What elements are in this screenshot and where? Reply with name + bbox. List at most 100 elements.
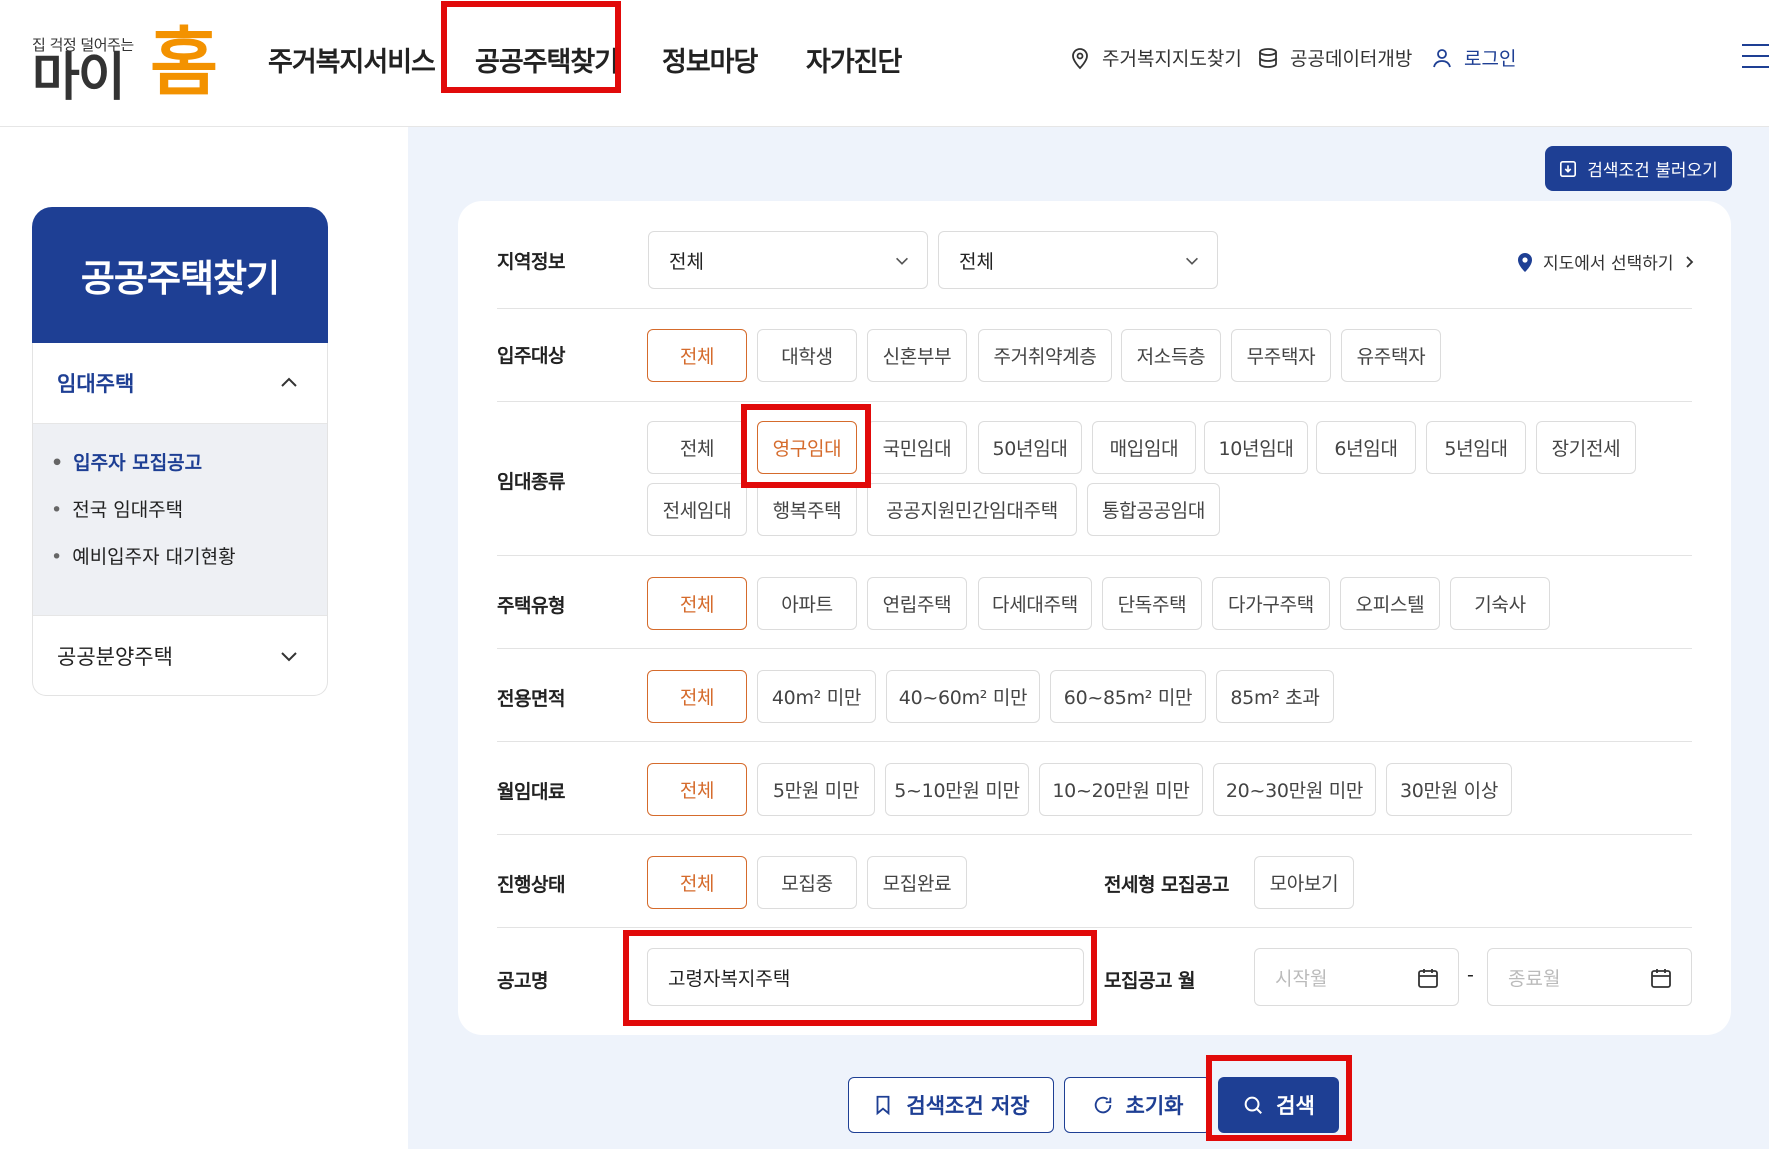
region-select-district[interactable]: 전체 <box>938 231 1218 289</box>
house-type-label: 주택유형 <box>497 595 565 617</box>
rent-chip-10-20[interactable]: 10~20만원 미만 <box>1039 763 1203 816</box>
jeonse-view-all-button[interactable]: 모아보기 <box>1254 856 1354 909</box>
notice-name-label: 공고명 <box>497 970 548 992</box>
rental-chip-private-public-support[interactable]: 공공지원민간임대주택 <box>867 483 1077 536</box>
rental-chip-integrated-public[interactable]: 통합공공임대 <box>1087 483 1220 536</box>
area-chip-all[interactable]: 전체 <box>647 670 747 723</box>
util-open-data-label: 공공데이터개방 <box>1290 48 1413 70</box>
status-label: 진행상태 <box>497 874 565 896</box>
divider <box>497 927 1692 928</box>
rental-chip-national[interactable]: 국민임대 <box>867 421 967 474</box>
gnb-info-board[interactable]: 정보마당 <box>662 40 758 79</box>
recruit-month-label: 모집공고 월 <box>1104 970 1196 992</box>
util-open-data[interactable]: 공공데이터개방 <box>1256 44 1412 71</box>
region-label: 지역정보 <box>497 251 565 273</box>
area-chip-40-60[interactable]: 40~60m² 미만 <box>886 670 1040 723</box>
house-chip-dormitory[interactable]: 기숙사 <box>1450 577 1550 630</box>
rent-chip-over-30[interactable]: 30만원 이상 <box>1386 763 1512 816</box>
rental-chip-10year[interactable]: 10년임대 <box>1204 421 1308 474</box>
site-logo[interactable]: 집 걱정 덜어주는 마이 홈 <box>32 24 218 108</box>
sidebar-title: 공공주택찾기 <box>32 207 328 343</box>
sidebar: 공공주택찾기 임대주택 • 입주자 모집공고 • 전국 임대주택 • 예비입주자 대기… <box>32 207 328 696</box>
load-search-conditions-button[interactable]: 검색조건 불러오기 <box>1545 146 1732 191</box>
rental-chip-long-jeonse[interactable]: 장기전세 <box>1536 421 1636 474</box>
calendar-icon <box>1418 969 1438 988</box>
region-select-province[interactable]: 전체 <box>648 231 928 289</box>
house-chip-apartment[interactable]: 아파트 <box>757 577 857 630</box>
target-chip-low-income[interactable]: 저소득층 <box>1121 329 1221 382</box>
util-login[interactable]: 로그인 <box>1430 44 1516 71</box>
bookmark-icon <box>876 1095 890 1116</box>
sidebar-section-public-sale[interactable]: 공공분양주택 <box>33 615 327 695</box>
gnb-public-housing-search[interactable]: 공공주택찾기 <box>475 40 619 79</box>
status-chip-all[interactable]: 전체 <box>647 856 747 909</box>
save-conditions-label: 검색조건 저장 <box>906 1094 1030 1118</box>
reset-button[interactable]: 초기화 <box>1064 1077 1211 1133</box>
area-chip-over-85[interactable]: 85m² 초과 <box>1216 670 1334 723</box>
area-chip-60-85[interactable]: 60~85m² 미만 <box>1050 670 1206 723</box>
rent-chip-5-10[interactable]: 5~10만원 미만 <box>885 763 1029 816</box>
target-chip-student[interactable]: 대학생 <box>757 329 857 382</box>
house-chip-row-house[interactable]: 연립주택 <box>867 577 967 630</box>
rent-chip-20-30[interactable]: 20~30만원 미만 <box>1213 763 1376 816</box>
sidebar-item-label: 예비입주자 대기현황 <box>72 546 236 568</box>
divider <box>497 401 1692 402</box>
target-chip-vulnerable[interactable]: 주거취약계층 <box>978 329 1112 382</box>
status-chip-recruiting[interactable]: 모집중 <box>757 856 857 909</box>
util-map-finder-label: 주거복지지도찾기 <box>1102 48 1242 70</box>
refresh-icon <box>1094 1096 1111 1114</box>
area-label: 전용면적 <box>497 688 565 710</box>
rental-chip-permanent[interactable]: 영구임대 <box>757 421 857 474</box>
target-chip-homeless[interactable]: 무주택자 <box>1231 329 1331 382</box>
rental-chip-happy-house[interactable]: 행복주택 <box>757 483 857 536</box>
target-chip-homeowner[interactable]: 유주택자 <box>1341 329 1441 382</box>
util-login-label: 로그인 <box>1464 48 1517 70</box>
sidebar-section-rental[interactable]: 임대주택 <box>33 343 327 423</box>
rental-chip-purchase[interactable]: 매입임대 <box>1092 421 1196 474</box>
select-on-map-link[interactable]: 지도에서 선택하기 <box>1515 249 1696 274</box>
search-label: 검색 <box>1276 1094 1315 1118</box>
hamburger-menu-icon[interactable] <box>1742 44 1769 70</box>
rental-chip-6year[interactable]: 6년임대 <box>1316 421 1416 474</box>
start-month-input[interactable]: 시작월 <box>1254 948 1459 1006</box>
gnb-self-diagnosis[interactable]: 자가진단 <box>806 40 902 79</box>
sidebar-item-label: 입주자 모집공고 <box>73 452 203 474</box>
region-select-province-value: 전체 <box>669 250 704 273</box>
sidebar-item-waiting-status[interactable]: • 예비입주자 대기현황 <box>51 542 309 589</box>
site-header: 집 걱정 덜어주는 마이 홈 주거복지서비스 공공주택찾기 정보마당 자가진단 … <box>0 0 1769 127</box>
house-chip-multi-household[interactable]: 다가구주택 <box>1212 577 1330 630</box>
gnb-housing-welfare-service[interactable]: 주거복지서비스 <box>268 40 436 79</box>
start-month-placeholder: 시작월 <box>1275 967 1328 990</box>
house-chip-detached[interactable]: 단독주택 <box>1102 577 1202 630</box>
house-chip-multi-family[interactable]: 다세대주택 <box>978 577 1092 630</box>
target-chip-all[interactable]: 전체 <box>647 329 747 382</box>
chevron-down-icon <box>281 651 297 661</box>
rent-chip-under-5[interactable]: 5만원 미만 <box>757 763 875 816</box>
status-chip-closed[interactable]: 모집완료 <box>867 856 967 909</box>
rent-label: 월임대료 <box>497 781 565 803</box>
rent-chip-all[interactable]: 전체 <box>647 763 747 816</box>
sidebar-item-recruitment-notice[interactable]: • 입주자 모집공고 <box>51 448 309 495</box>
logo-home-text: 홈 <box>150 20 218 106</box>
sidebar-item-label: 전국 임대주택 <box>72 499 184 521</box>
date-range-dash: - <box>1467 964 1474 986</box>
rental-chip-5year[interactable]: 5년임대 <box>1426 421 1526 474</box>
area-chip-under-40[interactable]: 40m² 미만 <box>757 670 876 723</box>
rental-chip-50year[interactable]: 50년임대 <box>978 421 1082 474</box>
notice-name-input[interactable] <box>647 948 1084 1006</box>
search-button[interactable]: 검색 <box>1218 1077 1339 1133</box>
sidebar-item-national-rental[interactable]: • 전국 임대주택 <box>51 495 309 542</box>
search-icon <box>1244 1096 1263 1114</box>
download-box-icon <box>1560 160 1577 177</box>
rental-chip-jeonse[interactable]: 전세임대 <box>647 483 747 536</box>
end-month-input[interactable]: 종료월 <box>1487 948 1692 1006</box>
divider <box>497 555 1692 556</box>
database-icon <box>1259 47 1277 68</box>
target-chip-newlywed[interactable]: 신혼부부 <box>867 329 967 382</box>
util-map-finder[interactable]: 주거복지지도찾기 <box>1068 44 1242 71</box>
house-chip-all[interactable]: 전체 <box>647 577 747 630</box>
save-conditions-button[interactable]: 검색조건 저장 <box>848 1077 1054 1133</box>
rental-chip-all[interactable]: 전체 <box>647 421 747 474</box>
house-chip-officetel[interactable]: 오피스텔 <box>1340 577 1440 630</box>
logo-main-text: 마이 <box>32 48 126 108</box>
